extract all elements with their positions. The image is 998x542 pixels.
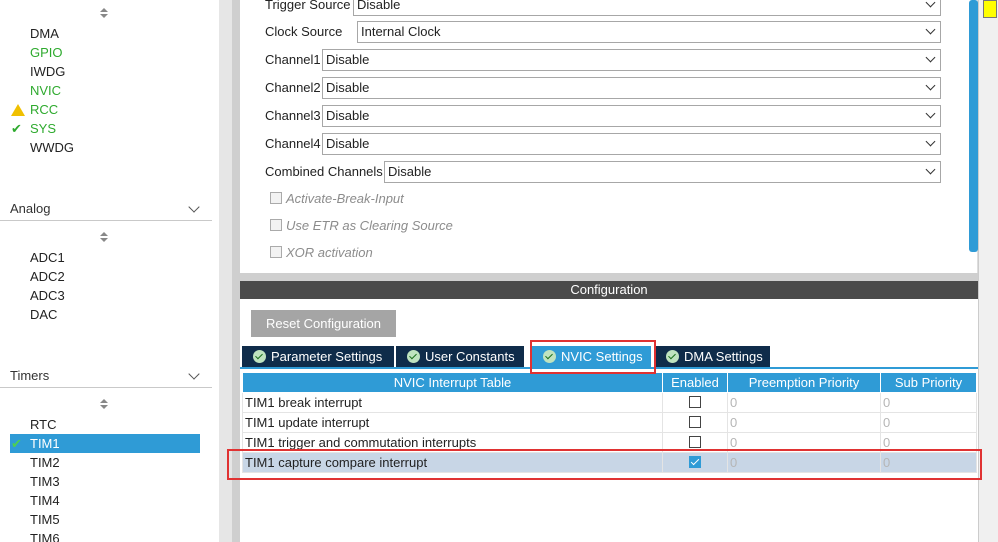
tab-dma-settings[interactable]: DMA Settings <box>655 346 770 367</box>
column-header-interrupt[interactable]: NVIC Interrupt Table <box>242 372 663 393</box>
chevron-down-icon <box>925 0 936 8</box>
table-row[interactable]: TIM1 break interrupt 0 0 <box>242 392 977 413</box>
column-header-preemption[interactable]: Preemption Priority <box>727 372 881 393</box>
sidebar-item-tim6[interactable]: TIM6 <box>0 529 212 542</box>
check-icon: ✔ <box>11 436 22 451</box>
reset-configuration-button[interactable]: Reset Configuration <box>251 310 396 337</box>
channel2-label: Channel2 <box>265 80 321 95</box>
clock-source-select[interactable]: Internal Clock <box>357 21 941 43</box>
channel1-label: Channel1 <box>265 52 321 67</box>
enabled-cell[interactable] <box>662 412 728 433</box>
category-analog[interactable]: Analog <box>0 197 212 221</box>
channel4-select[interactable]: Disable <box>322 133 941 155</box>
interrupt-name: TIM1 break interrupt <box>242 392 663 413</box>
xor-activation-checkbox[interactable]: XOR activation <box>270 244 373 262</box>
warning-icon <box>11 104 25 116</box>
channel3-label: Channel3 <box>265 108 321 123</box>
checkbox-box <box>270 192 282 204</box>
channel4-label: Channel4 <box>265 136 321 151</box>
enabled-checkbox[interactable] <box>689 436 701 448</box>
column-header-sub-priority[interactable]: Sub Priority <box>880 372 977 393</box>
highlight-box-nvic-tab <box>530 340 656 374</box>
mode-panel: Trigger Source Disable Clock Source Inte… <box>240 0 978 273</box>
sidebar-item-adc2[interactable]: ADC2 <box>0 267 212 286</box>
chevron-down-icon[interactable] <box>188 368 200 380</box>
panel-separator[interactable] <box>240 273 978 281</box>
use-etr-clearing-checkbox[interactable]: Use ETR as Clearing Source <box>270 217 453 235</box>
sidebar-item-gpio[interactable]: GPIO <box>0 43 212 62</box>
sidebar-item-wwdg[interactable]: WWDG <box>0 138 212 157</box>
sidebar-item-iwdg[interactable]: IWDG <box>0 62 212 81</box>
preemption-priority[interactable]: 0 <box>727 412 881 433</box>
enabled-checkbox[interactable] <box>689 416 701 428</box>
check-circle-icon <box>666 350 679 363</box>
sub-priority[interactable]: 0 <box>880 392 977 413</box>
checkbox-box <box>270 219 282 231</box>
chevron-down-icon <box>925 164 936 175</box>
sidebar-item-adc1[interactable]: ADC1 <box>0 248 212 267</box>
analog-list: ADC1 ADC2 ADC3 DAC <box>0 248 212 324</box>
sort-arrows-icon[interactable] <box>100 399 110 413</box>
channel2-select[interactable]: Disable <box>322 77 941 99</box>
chevron-down-icon[interactable] <box>188 201 200 213</box>
configuration-title: Configuration <box>240 281 978 299</box>
interrupt-name: TIM1 update interrupt <box>242 412 663 433</box>
combined-channels-select[interactable]: Disable <box>384 161 941 183</box>
channel1-select[interactable]: Disable <box>322 49 941 71</box>
configuration-panel: Configuration Reset Configuration Parame… <box>240 281 978 542</box>
sidebar-item-rtc[interactable]: RTC <box>0 415 212 434</box>
chevron-down-icon <box>925 24 936 35</box>
trigger-source-label: Trigger Source <box>265 0 351 12</box>
check-circle-icon <box>253 350 266 363</box>
timers-list: RTC ✔ TIM1 TIM2 TIM3 TIM4 TIM5 TIM6 <box>0 415 212 542</box>
sort-arrows-icon[interactable] <box>100 8 110 22</box>
channel3-select[interactable]: Disable <box>322 105 941 127</box>
system-core-list: DMA GPIO IWDG NVIC RCC ✔ SYS WWDG <box>0 24 212 157</box>
sidebar-item-dac[interactable]: DAC <box>0 305 212 324</box>
sidebar-item-tim2[interactable]: TIM2 <box>0 453 212 472</box>
check-icon: ✔ <box>11 121 22 136</box>
sidebar-item-dma[interactable]: DMA <box>0 24 212 43</box>
activate-break-input-checkbox[interactable]: Activate-Break-Input <box>270 190 404 208</box>
category-timers[interactable]: Timers <box>0 364 212 388</box>
sub-priority[interactable]: 0 <box>880 412 977 433</box>
chevron-down-icon <box>925 52 936 63</box>
trigger-source-select[interactable]: Disable <box>353 0 941 16</box>
column-header-enabled[interactable]: Enabled <box>662 372 728 393</box>
sidebar-item-sys[interactable]: ✔ SYS <box>0 119 212 138</box>
scroll-marker <box>983 0 997 18</box>
sidebar-item-nvic[interactable]: NVIC <box>0 81 212 100</box>
combined-channels-label: Combined Channels <box>265 164 383 179</box>
mode-panel-scrollbar[interactable] <box>969 0 978 252</box>
check-circle-icon <box>407 350 420 363</box>
sidebar-item-rcc[interactable]: RCC <box>0 100 212 119</box>
enabled-cell[interactable] <box>662 392 728 413</box>
chevron-down-icon <box>925 136 936 147</box>
sidebar-item-tim4[interactable]: TIM4 <box>0 491 212 510</box>
preemption-priority[interactable]: 0 <box>727 392 881 413</box>
clock-source-label: Clock Source <box>265 24 343 39</box>
chevron-down-icon <box>925 80 936 91</box>
checkbox-box <box>270 246 282 258</box>
sidebar-item-tim5[interactable]: TIM5 <box>0 510 212 529</box>
tab-user-constants[interactable]: User Constants <box>396 346 524 367</box>
table-row[interactable]: TIM1 update interrupt 0 0 <box>242 412 977 433</box>
sidebar-item-adc3[interactable]: ADC3 <box>0 286 212 305</box>
chevron-down-icon <box>925 108 936 119</box>
highlight-box-capture-compare-row <box>227 449 982 480</box>
sidebar-item-tim1[interactable]: ✔ TIM1 <box>10 434 200 453</box>
enabled-checkbox[interactable] <box>689 396 701 408</box>
sort-arrows-icon[interactable] <box>100 232 110 246</box>
sidebar-item-tim3[interactable]: TIM3 <box>0 472 212 491</box>
tab-parameter-settings[interactable]: Parameter Settings <box>242 346 394 367</box>
left-panel: DMA GPIO IWDG NVIC RCC ✔ SYS WWDG Analog … <box>0 0 212 542</box>
